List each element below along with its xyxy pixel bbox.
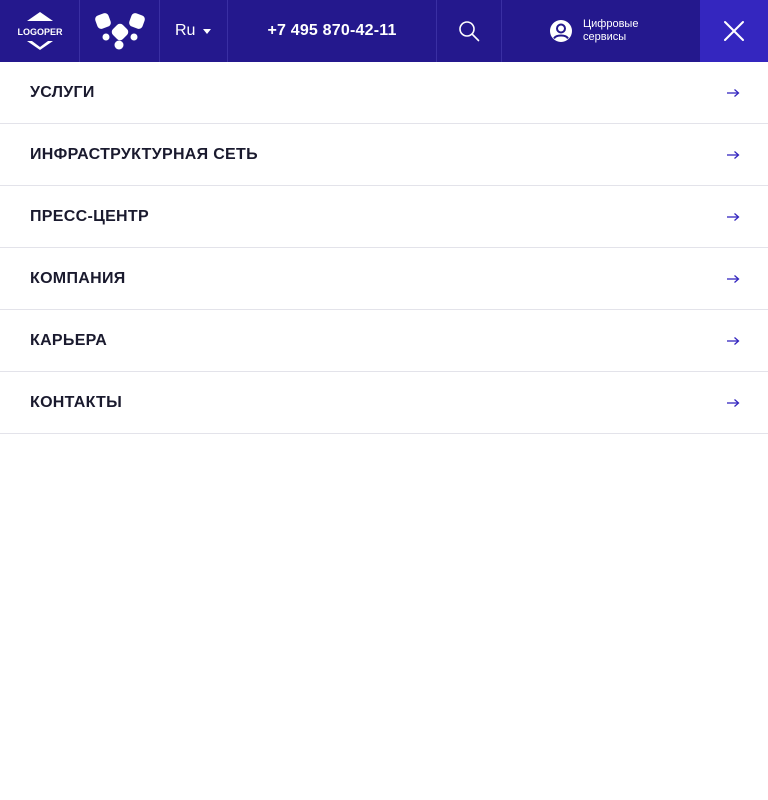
arrow-right-icon bbox=[727, 88, 740, 97]
site-header: LOGOPER Ru +7 495 870-42-11 Цифровые сер… bbox=[0, 0, 768, 62]
digital-services-line1: Цифровые bbox=[583, 18, 639, 30]
menu-item-label: УСЛУГИ bbox=[30, 83, 95, 101]
menu-item-press-center[interactable]: ПРЕСС-ЦЕНТР bbox=[0, 186, 768, 248]
menu-item-label: КОМПАНИЯ bbox=[30, 269, 126, 287]
close-icon bbox=[724, 21, 744, 41]
arrow-right-icon bbox=[727, 336, 740, 345]
language-selector[interactable]: Ru bbox=[160, 0, 228, 62]
search-icon bbox=[459, 21, 480, 42]
user-circle-icon bbox=[550, 20, 572, 42]
menu-item-career[interactable]: КАРЬЕРА bbox=[0, 310, 768, 372]
main-menu: УСЛУГИ ИНФРАСТРУКТУРНАЯ СЕТЬ ПРЕСС-ЦЕНТР… bbox=[0, 62, 768, 434]
phone-number: +7 495 870-42-11 bbox=[267, 22, 397, 39]
arrow-right-icon bbox=[727, 274, 740, 283]
arrow-right-icon bbox=[727, 212, 740, 221]
language-label: Ru bbox=[175, 22, 196, 39]
digital-services-label: Цифровые сервисы bbox=[583, 18, 653, 44]
menu-item-contacts[interactable]: КОНТАКТЫ bbox=[0, 372, 768, 434]
menu-item-services[interactable]: УСЛУГИ bbox=[0, 62, 768, 124]
logo[interactable]: LOGOPER bbox=[0, 0, 80, 62]
menu-item-label: ИНФРАСТРУКТУРНАЯ СЕТЬ bbox=[30, 145, 258, 163]
menu-item-company[interactable]: КОМПАНИЯ bbox=[0, 248, 768, 310]
search-button[interactable] bbox=[437, 0, 502, 62]
brand-mark[interactable] bbox=[80, 0, 160, 62]
menu-item-infrastructure[interactable]: ИНФРАСТРУКТУРНАЯ СЕТЬ bbox=[0, 124, 768, 186]
arrow-right-icon bbox=[727, 398, 740, 407]
close-menu-button[interactable] bbox=[700, 0, 768, 62]
digital-services-line2: сервисы bbox=[583, 31, 627, 43]
logo-text: LOGOPER bbox=[17, 27, 63, 37]
menu-item-label: КОНТАКТЫ bbox=[30, 393, 123, 411]
brand-mark-icon bbox=[94, 13, 145, 50]
digital-services-button[interactable]: Цифровые сервисы bbox=[502, 0, 700, 62]
arrow-right-icon bbox=[727, 150, 740, 159]
logo-icon: LOGOPER bbox=[17, 12, 63, 50]
menu-item-label: ПРЕСС-ЦЕНТР bbox=[30, 207, 149, 225]
menu-item-label: КАРЬЕРА bbox=[30, 331, 108, 349]
caret-down-icon bbox=[203, 28, 212, 34]
phone-link[interactable]: +7 495 870-42-11 bbox=[228, 0, 437, 62]
